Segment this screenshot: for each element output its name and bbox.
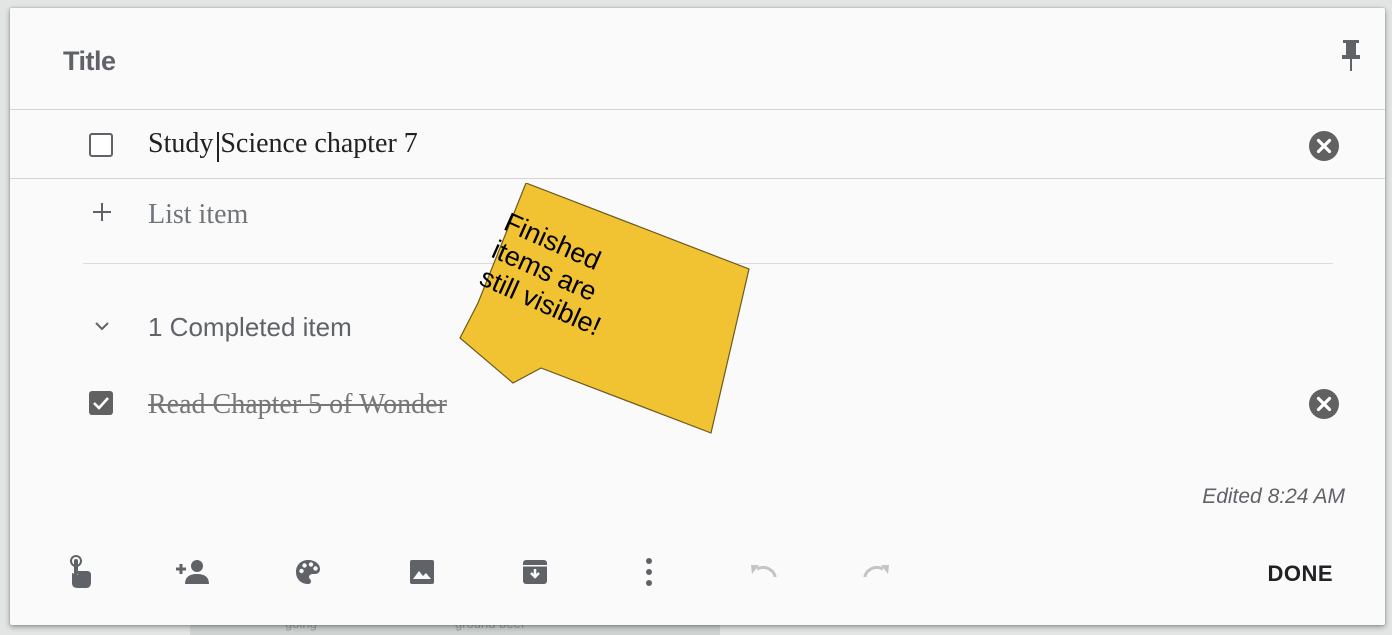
done-button[interactable]: DONE <box>1267 561 1333 587</box>
note-title[interactable]: Title <box>63 46 116 77</box>
completed-item-text[interactable]: Read Chapter 5 of Wonder <box>148 389 447 421</box>
title-divider <box>10 109 1385 110</box>
edited-timestamp: Edited 8:24 AM <box>1202 485 1345 508</box>
add-list-item-input[interactable]: List item <box>148 199 248 231</box>
collaborator-icon[interactable] <box>173 552 213 592</box>
text-cursor <box>217 132 219 162</box>
item-checkbox[interactable] <box>89 133 113 157</box>
remove-item-icon[interactable] <box>1308 130 1340 162</box>
item-divider <box>10 178 1385 179</box>
chevron-down-icon[interactable] <box>92 319 112 333</box>
completed-items-toggle[interactable]: 1 Completed item <box>148 312 352 343</box>
redo-icon[interactable] <box>857 552 897 592</box>
palette-icon[interactable] <box>288 552 328 592</box>
item-text[interactable]: Study Science chapter 7 <box>148 128 418 160</box>
reminder-icon[interactable] <box>60 552 100 592</box>
remove-item-icon[interactable] <box>1308 388 1340 420</box>
pin-icon[interactable] <box>1341 38 1361 74</box>
item-checkbox-checked[interactable] <box>89 391 113 415</box>
undo-icon[interactable] <box>743 552 783 592</box>
image-icon[interactable] <box>402 552 442 592</box>
archive-icon[interactable] <box>515 552 555 592</box>
plus-icon[interactable] <box>90 200 114 224</box>
more-icon[interactable] <box>629 552 669 592</box>
